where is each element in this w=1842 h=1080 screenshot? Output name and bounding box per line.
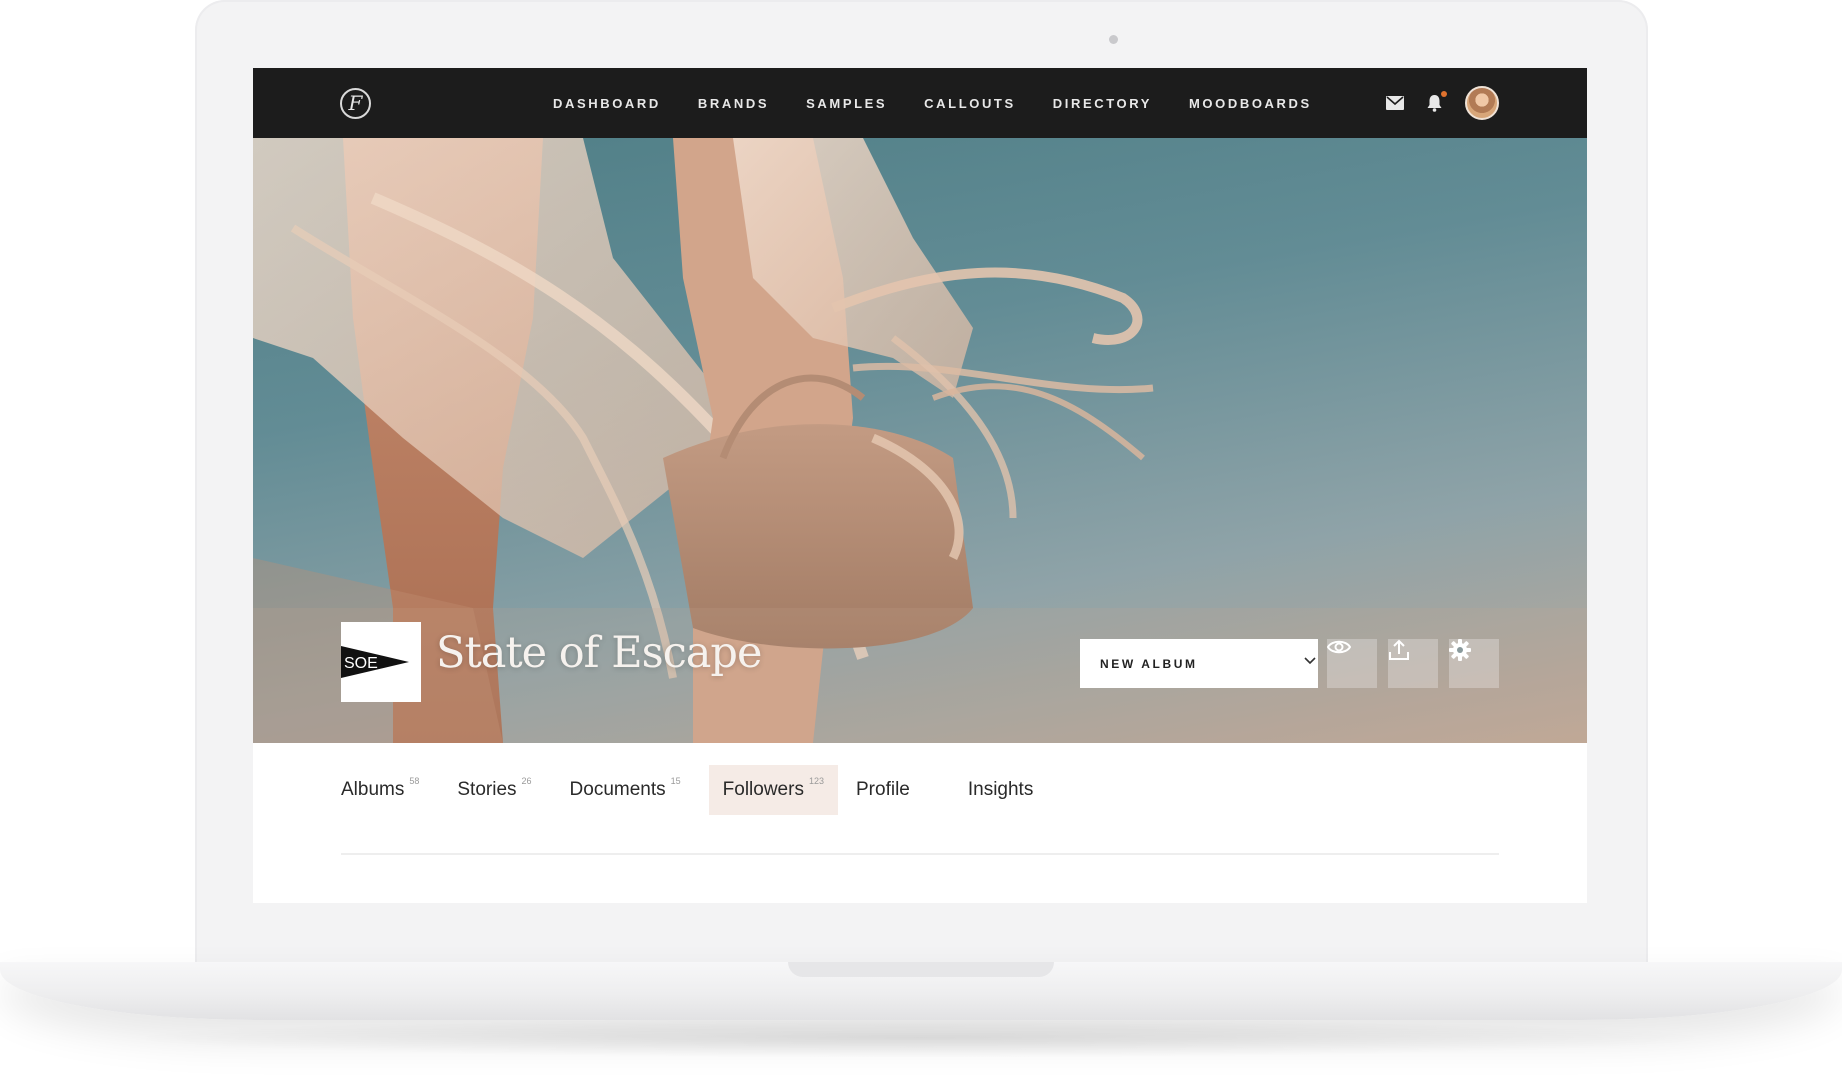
tab-documents-label: Documents: [569, 779, 666, 800]
tab-stories[interactable]: Stories 26: [457, 765, 531, 815]
tab-followers[interactable]: Followers 123: [708, 765, 838, 815]
nav-samples[interactable]: SAMPLES: [806, 96, 887, 111]
notification-dot: [1441, 91, 1447, 97]
profile-tabs: Albums 58 Stories 26 Documents 15 Followers…: [341, 765, 1033, 815]
tab-documents-count: 15: [670, 776, 681, 786]
nav-directory[interactable]: DIRECTORY: [1053, 96, 1152, 111]
laptop-notch: [788, 962, 1054, 977]
app-screen: F DASHBOARD BRANDS SAMPLES CALLOUTS DIRE…: [253, 68, 1587, 903]
tab-profile-label: Profile: [856, 779, 910, 800]
tab-albums-count: 58: [409, 776, 420, 786]
new-album-label: NEW ALBUM: [1100, 656, 1198, 671]
bell-icon[interactable]: [1426, 91, 1447, 112]
nav-moodboards[interactable]: MOODBOARDS: [1189, 96, 1312, 111]
tab-stories-label: Stories: [457, 779, 517, 800]
tabs-divider: [341, 853, 1499, 855]
tab-stories-count: 26: [521, 776, 532, 786]
new-album-select[interactable]: NEW ALBUM: [1080, 639, 1318, 688]
tab-insights[interactable]: Insights: [968, 765, 1033, 815]
laptop-shadow: [120, 1018, 1720, 1058]
nav-actions: [1364, 68, 1499, 138]
nav-brands[interactable]: BRANDS: [698, 96, 769, 111]
tab-documents[interactable]: Documents 15: [570, 765, 681, 815]
brand-name: State of Escape: [436, 628, 762, 678]
brand-logo-text: SOE: [344, 655, 378, 672]
hero-banner: SOE State of Escape NEW ALBUM: [253, 138, 1587, 743]
gear-icon: [1449, 639, 1471, 661]
tab-insights-label: Insights: [967, 779, 1034, 800]
preview-button[interactable]: [1327, 639, 1377, 688]
main-nav: DASHBOARD BRANDS SAMPLES CALLOUTS DIRECT…: [553, 68, 1349, 138]
app-logo[interactable]: F: [340, 88, 371, 119]
tab-profile[interactable]: Profile: [856, 765, 910, 815]
mail-icon[interactable]: [1386, 96, 1404, 110]
brand-logo: SOE: [341, 622, 421, 702]
tab-followers-label: Followers: [722, 779, 804, 800]
settings-button[interactable]: [1449, 639, 1499, 688]
tab-followers-count: 123: [808, 776, 824, 786]
user-avatar[interactable]: [1465, 86, 1499, 120]
upload-button[interactable]: [1388, 639, 1438, 688]
tab-albums[interactable]: Albums 58: [341, 765, 419, 815]
top-navigation: F DASHBOARD BRANDS SAMPLES CALLOUTS DIRE…: [253, 68, 1587, 138]
eye-icon: [1327, 640, 1351, 654]
tab-albums-label: Albums: [341, 779, 405, 800]
webcam: [1109, 35, 1118, 44]
nav-callouts[interactable]: CALLOUTS: [924, 96, 1016, 111]
nav-dashboard[interactable]: DASHBOARD: [553, 96, 661, 111]
upload-icon: [1389, 639, 1409, 660]
